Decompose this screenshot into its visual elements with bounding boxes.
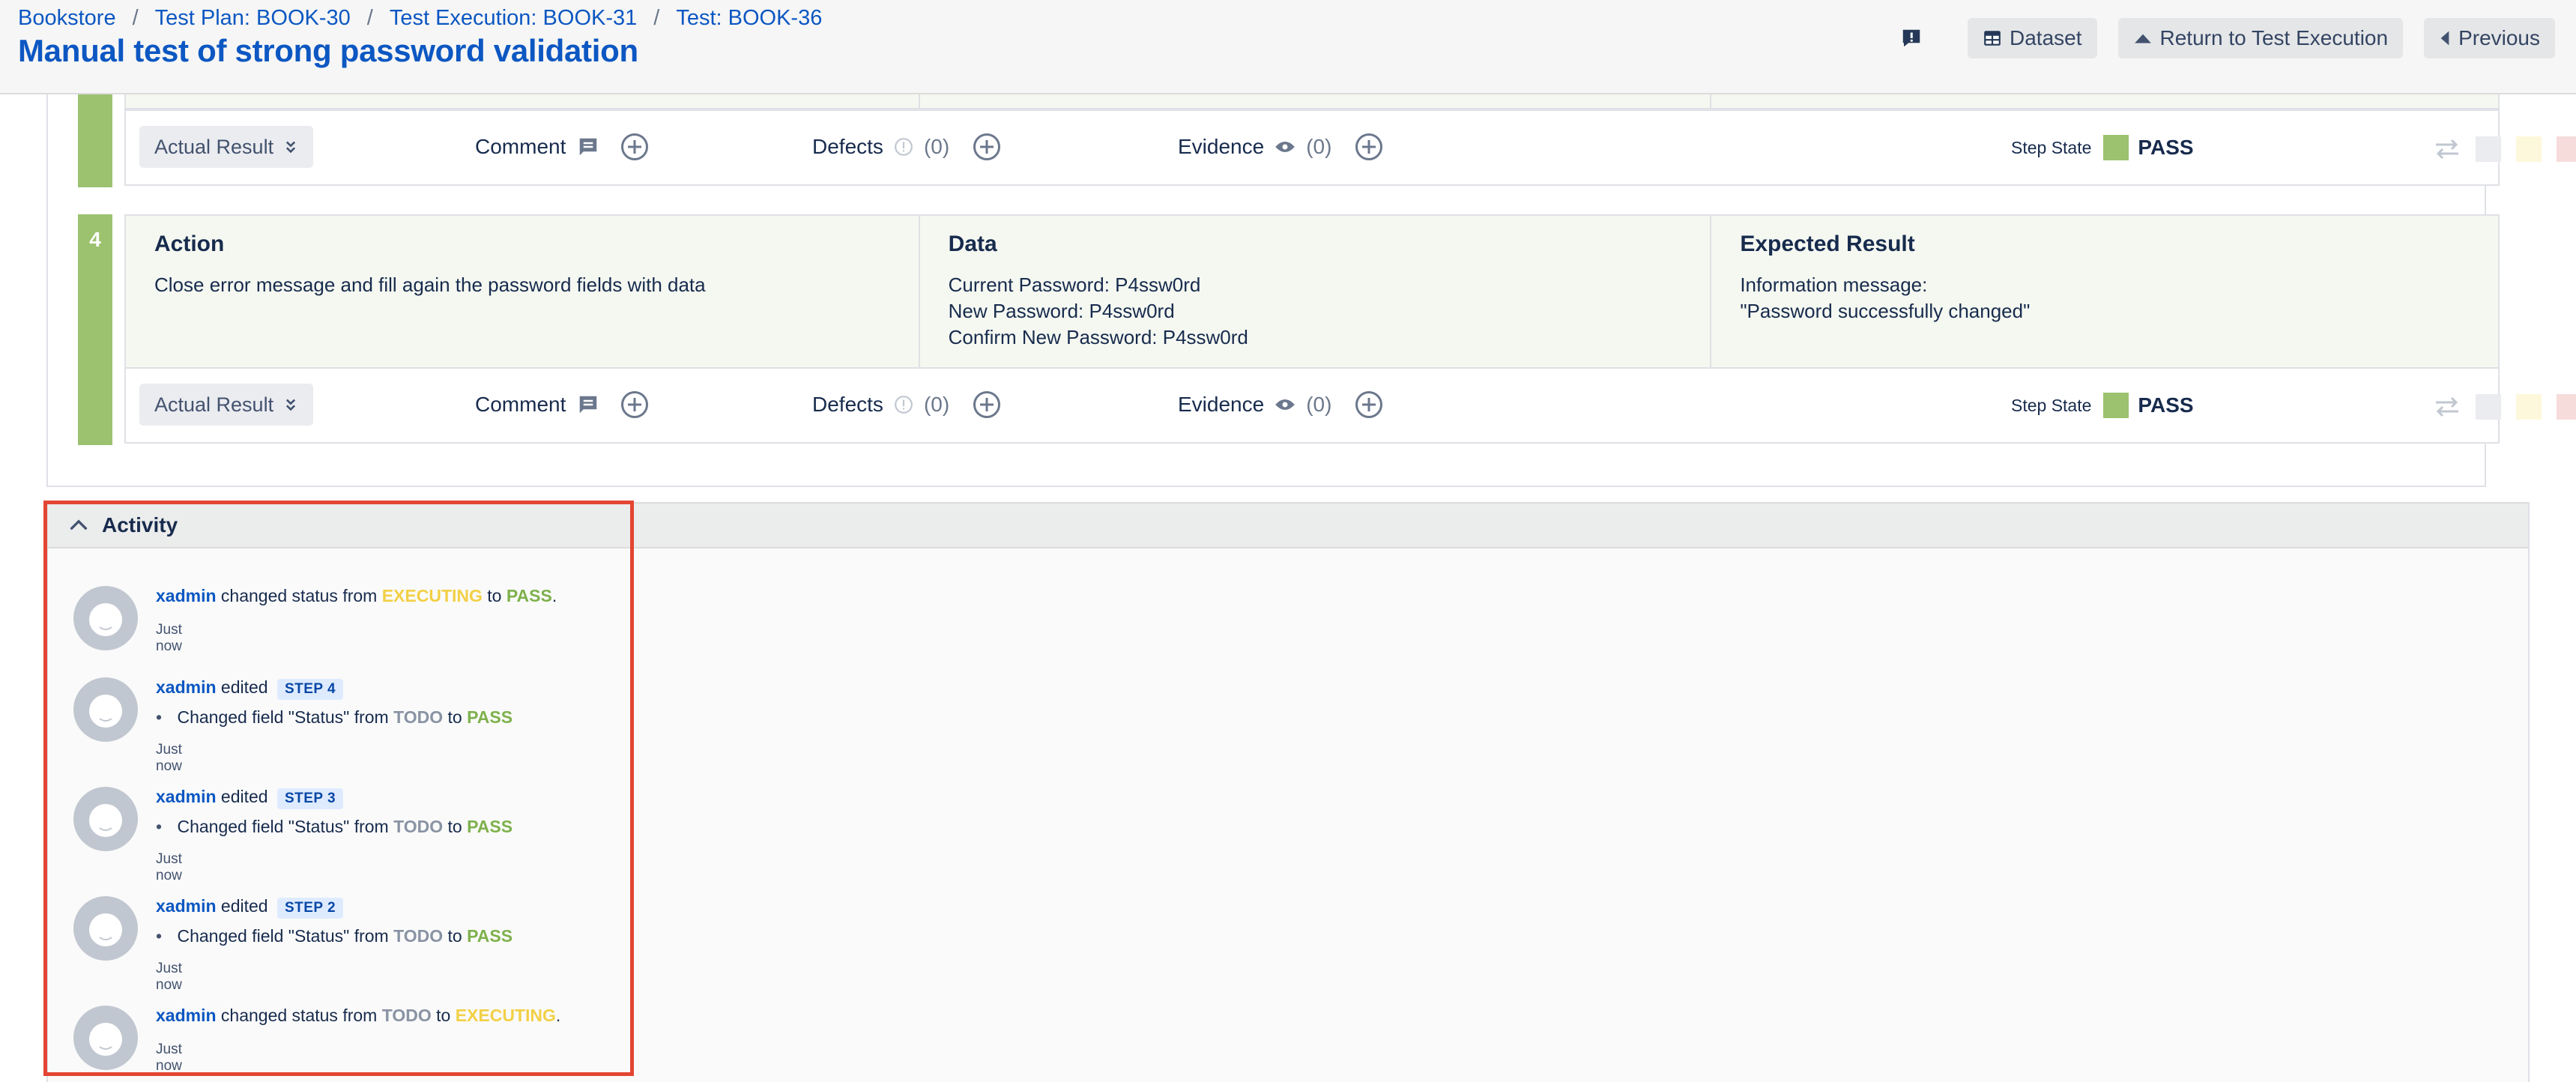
step-4-action-text: Close error message and fill again the p… — [154, 273, 706, 296]
info-icon — [895, 138, 913, 156]
step-state-label: Step State — [2011, 395, 2092, 415]
step-4-expected-cell: Expected Result Information message: "Pa… — [1711, 216, 2498, 367]
step-3-status-bar — [78, 94, 112, 187]
swap-arrows-icon[interactable] — [2434, 138, 2461, 160]
step-state-selector — [2434, 136, 2576, 162]
comment-field: Comment — [475, 133, 649, 160]
step-4-data-cell: Data Current Password: P4ssw0rd New Pass… — [920, 216, 1712, 367]
step-3-actual-row: Actual Result Comment Defects (0) Eviden… — [124, 109, 2576, 186]
breadcrumb-separator: / — [132, 6, 139, 30]
step-4-data-line-2: New Password: P4ssw0rd — [948, 300, 1175, 322]
previous-button-label: Previous — [2458, 26, 2540, 49]
state-fail-swatch[interactable] — [2557, 136, 2576, 162]
step-4-number: 4 — [89, 228, 101, 251]
evidence-label: Evidence — [1178, 393, 1265, 416]
dataset-button[interactable]: Dataset — [1968, 18, 2097, 58]
step-state-value: PASS — [2138, 393, 2194, 417]
step-3-cells — [124, 94, 2500, 109]
comment-label: Comment — [475, 393, 566, 416]
actual-result-button[interactable]: Actual Result — [139, 384, 313, 426]
chevron-double-down-icon — [286, 399, 296, 411]
step-state: Step State PASS — [2011, 393, 2194, 418]
defects-label: Defects — [812, 135, 883, 158]
defects-field: Defects (0) — [812, 133, 1001, 160]
step-state-selector — [2434, 394, 2576, 420]
expected-result-header: Expected Result — [1740, 232, 1915, 256]
chevron-left-icon — [2440, 31, 2449, 46]
header-actions: Dataset Return to Test Execution Previou… — [1900, 18, 2555, 58]
evidence-field: Evidence (0) — [1178, 133, 1383, 160]
chevron-double-down-icon — [286, 141, 296, 154]
eye-icon — [1275, 399, 1295, 410]
comment-icon — [580, 396, 597, 414]
step-state-label: Step State — [2011, 137, 2092, 157]
arrow-up-icon — [2134, 34, 2151, 43]
page-title: Manual test of strong password validatio… — [18, 33, 638, 68]
actual-result-button[interactable]: Actual Result — [139, 126, 313, 168]
state-todo-swatch[interactable] — [2476, 394, 2501, 420]
state-todo-swatch[interactable] — [2476, 136, 2501, 162]
step-4-action-cell: Action Close error message and fill agai… — [126, 216, 920, 367]
swap-arrows-icon[interactable] — [2434, 396, 2461, 418]
breadcrumb-project[interactable]: Bookstore — [18, 6, 116, 31]
page-header: Bookstore / Test Plan: BOOK-30 / Test Ex… — [0, 0, 2576, 94]
return-button-label: Return to Test Execution — [2159, 26, 2389, 49]
state-executing-swatch[interactable] — [2516, 136, 2542, 162]
breadcrumb: Bookstore / Test Plan: BOOK-30 / Test Ex… — [18, 6, 822, 31]
step-state-color — [2103, 135, 2129, 160]
breadcrumb-test[interactable]: Test: BOOK-36 — [676, 6, 822, 31]
step-3-expected-cell — [1711, 94, 2498, 108]
evidence-count: (0) — [1306, 393, 1332, 416]
add-defect-button[interactable] — [973, 133, 1001, 160]
step-state-color — [2103, 393, 2129, 418]
comment-icon — [580, 138, 597, 156]
step-4-cells: Action Close error message and fill agai… — [124, 214, 2500, 369]
defects-count: (0) — [923, 393, 950, 416]
action-header: Action — [154, 232, 225, 256]
step-4-data-line-1: Current Password: P4ssw0rd — [948, 273, 1201, 296]
table-icon — [1984, 31, 2001, 46]
breadcrumb-test-plan[interactable]: Test Plan: BOOK-30 — [155, 6, 351, 31]
evidence-field: Evidence (0) — [1178, 391, 1383, 418]
state-executing-swatch[interactable] — [2516, 394, 2542, 420]
step-4-expected-line-1: Information message: — [1740, 273, 1928, 296]
step-3-action-cell — [126, 94, 920, 108]
defects-label: Defects — [812, 393, 883, 416]
add-comment-button[interactable] — [621, 391, 649, 418]
add-defect-button[interactable] — [973, 391, 1001, 418]
breadcrumb-separator: / — [653, 6, 660, 30]
defects-field: Defects (0) — [812, 391, 1001, 418]
comment-label: Comment — [475, 135, 566, 158]
defects-count: (0) — [923, 135, 950, 158]
actual-result-label: Actual Result — [154, 135, 274, 158]
step-3-data-cell — [920, 94, 1712, 108]
info-icon — [895, 396, 913, 414]
step-4-expected-line-2: "Password successfully changed" — [1740, 300, 2031, 322]
comment-field: Comment — [475, 391, 649, 418]
feedback-icon[interactable] — [1900, 27, 1923, 49]
add-evidence-button[interactable] — [1355, 391, 1383, 418]
step-state-value: PASS — [2138, 136, 2194, 159]
step-4-actual-row: Actual Result Comment Defects (0) Eviden… — [124, 367, 2576, 444]
state-fail-swatch[interactable] — [2557, 394, 2576, 420]
step-4-data-line-3: Confirm New Password: P4ssw0rd — [948, 326, 1248, 348]
evidence-count: (0) — [1306, 135, 1332, 158]
activity-highlight-box — [43, 501, 634, 1076]
return-to-test-execution-button[interactable]: Return to Test Execution — [2117, 18, 2404, 58]
add-evidence-button[interactable] — [1355, 133, 1383, 160]
actual-result-label: Actual Result — [154, 393, 274, 416]
evidence-label: Evidence — [1178, 135, 1265, 158]
data-header: Data — [948, 232, 997, 256]
dataset-button-label: Dataset — [2010, 26, 2082, 49]
breadcrumb-separator: / — [366, 6, 373, 30]
breadcrumb-test-execution[interactable]: Test Execution: BOOK-31 — [390, 6, 637, 31]
add-comment-button[interactable] — [621, 133, 649, 160]
previous-button[interactable]: Previous — [2424, 18, 2555, 58]
step-state: Step State PASS — [2011, 135, 2194, 160]
eye-icon — [1275, 142, 1295, 152]
